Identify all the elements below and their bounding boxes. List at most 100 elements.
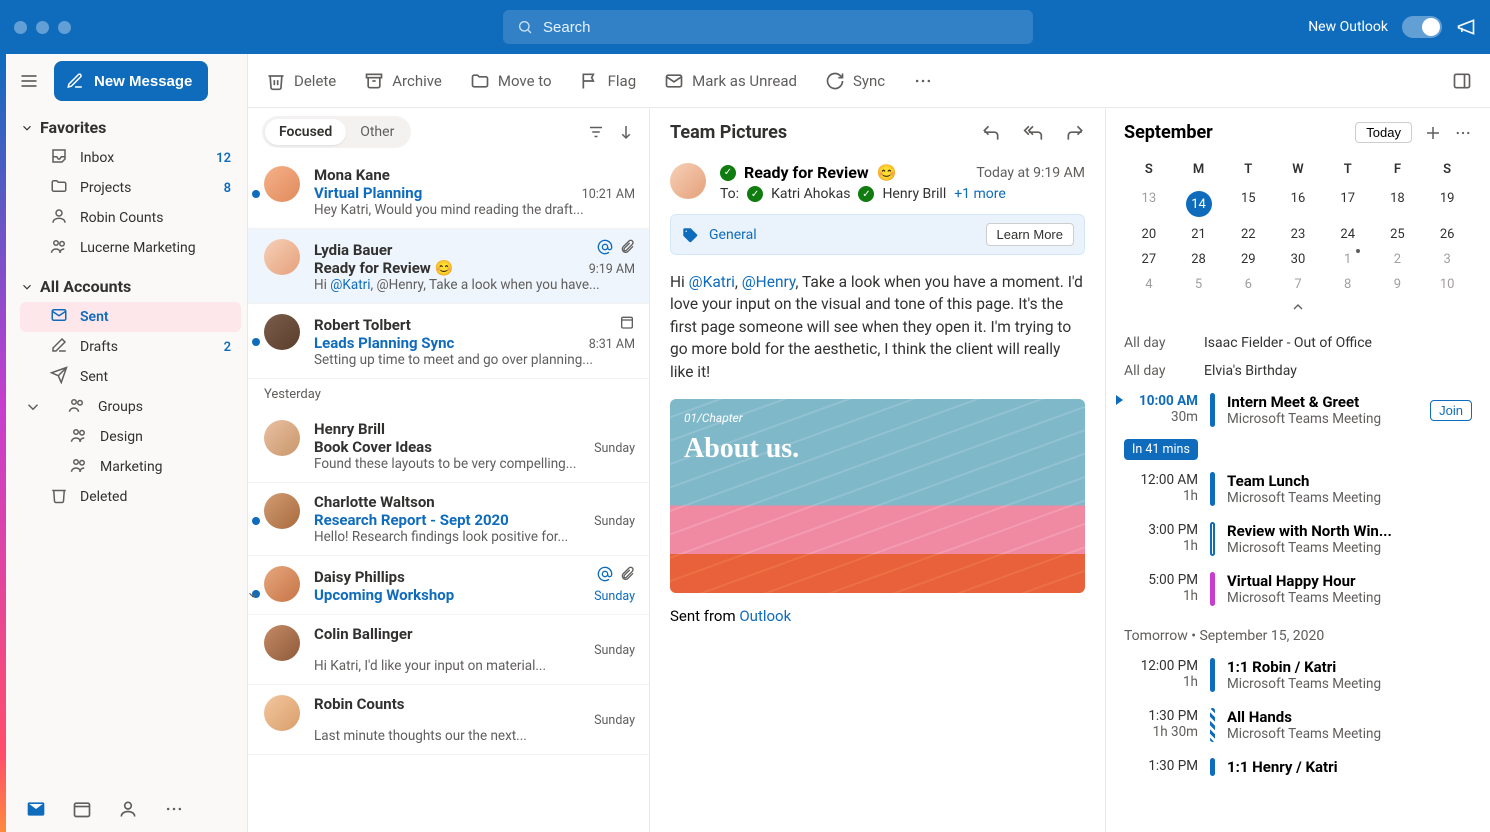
window-controls[interactable] [14, 21, 71, 34]
message-item[interactable]: Colin Ballinger Sunday Hi Katri, I'd lik… [248, 615, 649, 685]
sidebar-item[interactable]: Inbox12 [20, 143, 241, 173]
message-item[interactable]: Daisy Phillips Upcoming WorkshopSunday [248, 556, 649, 615]
allday-event[interactable]: All dayElvia's Birthday [1106, 357, 1490, 385]
mark-unread-button[interactable]: Mark as Unread [664, 71, 797, 91]
mention[interactable]: @Katri [689, 273, 735, 291]
calendar-day[interactable]: 26 [1422, 222, 1472, 247]
reply-all-icon[interactable] [1023, 123, 1043, 143]
more-icon[interactable] [164, 799, 184, 819]
event-list[interactable]: All dayIsaac Fielder - Out of OfficeAll … [1106, 329, 1490, 832]
calendar-day[interactable]: 14 [1174, 186, 1224, 222]
calendar-day[interactable]: 17 [1323, 186, 1373, 222]
sidebar-item[interactable]: Sent [20, 362, 241, 392]
sidebar-item[interactable]: Sent [20, 302, 241, 332]
search-bar[interactable] [503, 10, 1033, 44]
category-name[interactable]: General [709, 227, 757, 243]
learn-more-button[interactable]: Learn More [986, 223, 1074, 246]
event-item[interactable]: 12:00 PM1h 1:1 Robin / KatriMicrosoft Te… [1106, 650, 1490, 700]
calendar-day[interactable]: 23 [1273, 222, 1323, 247]
message-item[interactable]: Robert Tolbert Leads Planning Sync8:31 A… [248, 304, 649, 379]
join-button[interactable]: Join [1430, 400, 1472, 421]
add-event-icon[interactable] [1424, 124, 1442, 142]
mail-list-scroll[interactable]: Mona Kane Virtual Planning10:21 AM Hey K… [248, 156, 649, 832]
sidebar-item[interactable]: Robin Counts [20, 203, 241, 233]
calendar-day[interactable]: 6 [1223, 272, 1273, 297]
event-item[interactable]: 1:30 PM 1:1 Henry / Katri [1106, 750, 1490, 784]
calendar-collapse[interactable] [1124, 297, 1472, 325]
calendar-day[interactable]: 15 [1223, 186, 1273, 222]
message-item[interactable]: Robin Counts Sunday Last minute thoughts… [248, 685, 649, 755]
tab-focused[interactable]: Focused [265, 119, 346, 145]
calendar-day[interactable]: 18 [1373, 186, 1423, 222]
zoom-window-icon[interactable] [58, 21, 71, 34]
message-item[interactable]: Mona Kane Virtual Planning10:21 AM Hey K… [248, 156, 649, 229]
outlook-link[interactable]: Outlook [739, 607, 791, 625]
agenda-more-icon[interactable] [1454, 124, 1472, 142]
message-item[interactable]: Lydia Bauer Ready for Review 😊9:19 AM Hi… [248, 229, 649, 304]
more-button[interactable] [913, 71, 933, 91]
calendar-day[interactable]: 9 [1373, 272, 1423, 297]
event-item[interactable]: 3:00 PM1h Review with North Win...Micros… [1106, 514, 1490, 564]
calendar-day[interactable]: 24 [1323, 222, 1373, 247]
message-item[interactable]: Henry Brill Book Cover IdeasSunday Found… [248, 410, 649, 483]
moveto-button[interactable]: Move to [470, 71, 552, 91]
calendar-day[interactable]: 20 [1124, 222, 1174, 247]
close-window-icon[interactable] [14, 21, 27, 34]
message-image[interactable]: 01/Chapter About us. [670, 399, 1085, 593]
calendar-day[interactable]: 27 [1124, 247, 1174, 272]
flag-button[interactable]: Flag [580, 71, 637, 91]
new-message-button[interactable]: New Message [54, 61, 208, 101]
collapse-pane-button[interactable] [1452, 71, 1472, 91]
calendar-day[interactable]: 30 [1273, 247, 1323, 272]
calendar-day[interactable]: 3 [1422, 247, 1472, 272]
event-item[interactable]: 5:00 PM1h Virtual Happy HourMicrosoft Te… [1106, 564, 1490, 614]
calendar-day[interactable]: 19 [1422, 186, 1472, 222]
filter-icon[interactable] [587, 123, 605, 141]
sidebar-item[interactable]: Drafts2 [20, 332, 241, 362]
sort-icon[interactable] [617, 123, 635, 141]
favorites-header[interactable]: Favorites [20, 112, 241, 143]
calendar-day[interactable]: 2 [1373, 247, 1423, 272]
sidebar-item[interactable]: Lucerne Marketing [20, 233, 241, 263]
calendar-day[interactable]: 4 [1124, 272, 1174, 297]
calendar-day[interactable]: 16 [1273, 186, 1323, 222]
recipient[interactable]: Henry Brill [882, 186, 946, 202]
reply-icon[interactable] [981, 123, 1001, 143]
allday-event[interactable]: All dayIsaac Fielder - Out of Office [1106, 329, 1490, 357]
event-item[interactable]: 1:30 PM1h 30m All HandsMicrosoft Teams M… [1106, 700, 1490, 750]
mention[interactable]: @Henry [742, 273, 796, 291]
calendar-day[interactable]: 5 [1174, 272, 1224, 297]
event-item[interactable]: 12:00 AM1h Team LunchMicrosoft Teams Mee… [1106, 464, 1490, 514]
delete-button[interactable]: Delete [266, 71, 336, 91]
calendar-day[interactable]: 29 [1223, 247, 1273, 272]
tab-other[interactable]: Other [346, 119, 408, 145]
calendar-icon[interactable] [72, 799, 92, 819]
all-accounts-header[interactable]: All Accounts [20, 271, 241, 302]
sidebar-item[interactable]: Design [20, 422, 241, 452]
hamburger-button[interactable] [14, 66, 44, 96]
forward-icon[interactable] [1065, 123, 1085, 143]
calendar-day[interactable]: 8 [1323, 272, 1373, 297]
today-button[interactable]: Today [1355, 122, 1412, 143]
sidebar-item[interactable]: Groups [20, 392, 241, 422]
calendar-day[interactable]: 1 [1323, 247, 1373, 272]
calendar-day[interactable]: 21 [1174, 222, 1224, 247]
archive-button[interactable]: Archive [364, 71, 442, 91]
minimize-window-icon[interactable] [36, 21, 49, 34]
calendar-day[interactable]: 28 [1174, 247, 1224, 272]
calendar-day[interactable]: 10 [1422, 272, 1472, 297]
calendar-day[interactable]: 13 [1124, 186, 1174, 222]
megaphone-icon[interactable] [1456, 17, 1476, 37]
calendar-day[interactable]: 7 [1273, 272, 1323, 297]
sidebar-item[interactable]: Marketing [20, 452, 241, 482]
message-item[interactable]: Charlotte Waltson Research Report - Sept… [248, 483, 649, 556]
event-item[interactable]: 10:00 AM30m Intern Meet & GreetMicrosoft… [1106, 385, 1490, 435]
mail-icon[interactable] [26, 799, 46, 819]
calendar-day[interactable]: 25 [1373, 222, 1423, 247]
search-input[interactable] [543, 19, 1019, 36]
recipient[interactable]: Katri Ahokas [771, 186, 850, 202]
people-icon[interactable] [118, 799, 138, 819]
sidebar-item[interactable]: Deleted [20, 482, 241, 512]
more-recipients-link[interactable]: +1 more [954, 186, 1006, 202]
new-outlook-toggle[interactable] [1402, 16, 1442, 38]
